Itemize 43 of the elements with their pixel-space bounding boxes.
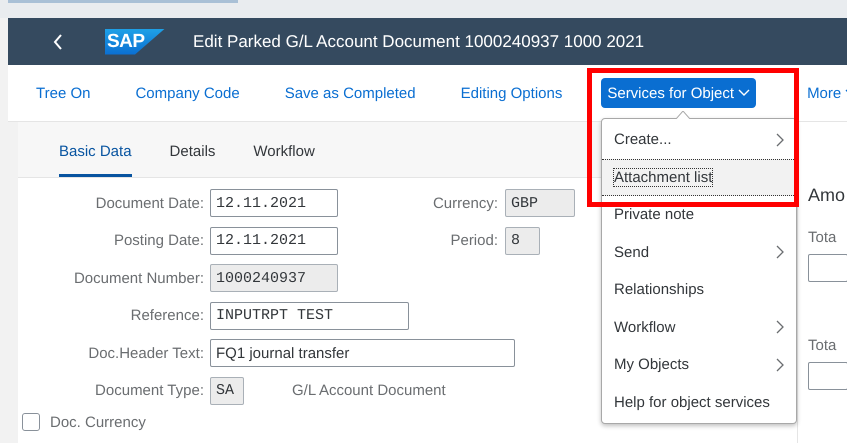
input-field[interactable]	[808, 254, 847, 282]
input-field[interactable]: 1000240937	[210, 264, 338, 292]
field-label: Document Date:	[94, 194, 204, 212]
toolbar-button[interactable]: Tree On	[30, 78, 96, 108]
field-label: Currency:	[432, 194, 498, 212]
input-field[interactable]: GBP	[505, 189, 575, 217]
toolbar-button[interactable]: Company Code	[129, 78, 246, 108]
field-label: Period:	[449, 232, 498, 249]
input-field[interactable]: 12.11.2021	[210, 226, 338, 254]
toolbar-button[interactable]: More	[801, 78, 847, 108]
input-field[interactable]: 8	[505, 226, 540, 254]
input-field[interactable]: SA	[210, 376, 244, 404]
field-label: Tota	[808, 229, 838, 246]
checkbox[interactable]	[22, 413, 40, 431]
menu-item[interactable]: Create...	[602, 121, 796, 158]
input-field[interactable]: INPUTRPT TEST	[210, 302, 409, 330]
field-label: Doc.Header Text:	[87, 344, 204, 362]
menu-item[interactable]: My Objects	[602, 346, 796, 384]
toolbar-button[interactable]: Services for Object	[601, 78, 756, 108]
field-label: Reference:	[130, 307, 204, 324]
input-field[interactable]	[808, 362, 847, 390]
field-description: G/L Account Document	[292, 382, 446, 399]
menu-item[interactable]: Private note	[602, 196, 796, 234]
toolbar-button[interactable]: Save as Completed	[278, 78, 422, 108]
checkbox-label: Doc. Currency	[50, 414, 146, 430]
input-field[interactable]: 12.11.2021	[210, 189, 338, 217]
logo[interactable]: SAP	[105, 28, 165, 54]
menu-item[interactable]: Attachment list	[602, 158, 796, 196]
menu-item[interactable]: Help for object services	[602, 384, 796, 421]
menu-item[interactable]: Workflow	[602, 308, 796, 346]
input-field[interactable]: FQ1 journal transfer	[210, 339, 515, 367]
toolbar-button[interactable]: Editing Options	[454, 78, 568, 108]
tab[interactable]: Details	[170, 122, 216, 177]
section-heading: Amo	[808, 185, 846, 207]
page-title: Edit Parked G/L Account Document 1000240937 1000 2021	[193, 32, 644, 52]
field-label: Posting Date:	[112, 232, 204, 249]
tab[interactable]: Workflow	[253, 122, 315, 177]
field-label: Document Number:	[72, 270, 204, 286]
field-label: Tota	[808, 337, 838, 354]
field-label: Document Type:	[94, 382, 204, 399]
back-icon[interactable]	[52, 32, 64, 50]
menu-item[interactable]: Relationships	[602, 271, 796, 308]
menu-item[interactable]: Send	[602, 234, 796, 271]
